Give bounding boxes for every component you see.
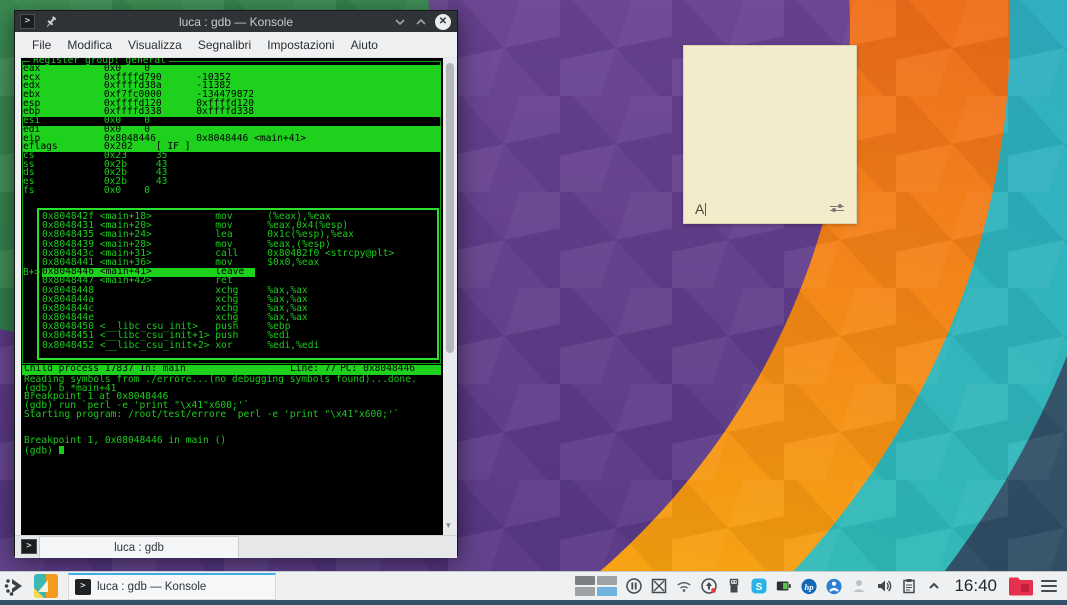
user-online-icon[interactable] [825, 577, 843, 595]
expand-tray-icon[interactable] [925, 577, 943, 595]
hp-device-icon[interactable]: hp [800, 577, 818, 595]
usb-device-icon[interactable] [725, 577, 743, 595]
clipboard-icon[interactable] [900, 577, 918, 595]
scrollbar-handle[interactable] [446, 63, 454, 353]
desktop-1[interactable] [575, 576, 595, 585]
disassembly-list: 0x804842f <main+18> mov (%eax),%eax0x804… [42, 213, 436, 351]
konsole-app-icon: > [20, 14, 35, 29]
menu-item-aiuto[interactable]: Aiuto [344, 35, 385, 55]
maximize-button[interactable] [414, 15, 428, 29]
svg-text:hp: hp [805, 581, 814, 591]
software-update-icon[interactable] [700, 577, 718, 595]
text-caret [705, 203, 706, 216]
note-settings-icon[interactable] [830, 203, 844, 213]
taskbar-panel: > luca : gdb — Konsole [0, 571, 1067, 600]
menu-bar: FileModificaVisualizzaSegnalibriImpostaz… [15, 32, 457, 58]
menu-item-impostazioni[interactable]: Impostazioni [260, 35, 341, 55]
terminal-area: Register group: general eax 0x0 0ecx 0xf… [15, 58, 457, 535]
application-launcher-icon[interactable] [2, 573, 30, 599]
close-button[interactable]: ✕ [435, 14, 451, 30]
media-pause-icon[interactable] [625, 577, 643, 595]
screenshot-icon[interactable] [650, 577, 668, 595]
status-pc: PC: 0x8048446 [340, 365, 415, 374]
disassembly-window-frame: 0x804842f <main+18> mov (%eax),%eax0x804… [37, 208, 439, 360]
tab-list-button[interactable]: > [21, 539, 37, 554]
menu-item-visualizza[interactable]: Visualizza [121, 35, 189, 55]
taskbar-task-konsole[interactable]: > luca : gdb — Konsole [68, 573, 276, 600]
skype-icon[interactable]: S [750, 577, 768, 595]
register-list: eax 0x0 0ecx 0xffffd790 -10352edx 0xffff… [23, 65, 441, 195]
desktop-3[interactable] [575, 587, 595, 596]
system-tray: S hp 16:40 [575, 576, 1067, 597]
status-line-number: Line: 77 [290, 365, 336, 374]
wifi-icon[interactable] [675, 577, 693, 595]
status-process: Child process 17837 In: main [24, 365, 186, 374]
digital-clock[interactable]: 16:40 [954, 576, 997, 596]
register-row-fs: fs 0x0 0 [23, 187, 441, 196]
desktop-4-active[interactable] [597, 587, 617, 596]
note-text[interactable]: A [695, 201, 706, 217]
terminal-scrollbar[interactable]: ▾ [443, 58, 457, 535]
svg-text:S: S [756, 582, 763, 593]
volume-icon[interactable] [875, 577, 893, 595]
minimize-button[interactable] [393, 15, 407, 29]
console-line: Breakpoint 1, 0x08048446 in main () [24, 437, 441, 446]
konsole-task-icon: > [75, 579, 91, 595]
menu-item-modifica[interactable]: Modifica [60, 35, 119, 55]
tab-bar: > luca : gdb [15, 535, 457, 558]
panel-menu-icon[interactable] [1041, 580, 1057, 592]
gdb-prompt[interactable]: (gdb) [24, 446, 441, 455]
konsole-window: > luca : gdb — Konsole ✕ FileModificaVis… [14, 10, 458, 556]
window-titlebar[interactable]: > luca : gdb — Konsole ✕ [15, 11, 457, 32]
disasm-line: 0x8048452 <__libc_csu_init+2> xor %edi,%… [42, 342, 436, 351]
terminal-screen[interactable]: Register group: general eax 0x0 0ecx 0xf… [21, 58, 443, 535]
sticky-note-widget[interactable]: A [683, 45, 857, 224]
terminal-cursor [59, 446, 65, 455]
task-label: luca : gdb — Konsole [97, 581, 206, 593]
user-offline-icon[interactable] [850, 577, 868, 595]
desktop-2[interactable] [597, 576, 617, 585]
gdb-console-output: Reading symbols from ./errore...(no debu… [24, 376, 441, 454]
scrollbar-down-arrow[interactable]: ▾ [446, 521, 454, 529]
console-line: Starting program: /root/test/errore `per… [24, 411, 441, 420]
window-title: luca : gdb — Konsole [15, 15, 457, 29]
menu-item-file[interactable]: File [25, 35, 58, 55]
desktop-activities-icon[interactable] [34, 574, 58, 598]
menu-item-segnalibri[interactable]: Segnalibri [191, 35, 258, 55]
console-line [24, 419, 441, 428]
red-folder-icon[interactable] [1008, 576, 1034, 597]
battery-icon[interactable] [775, 577, 793, 595]
virtual-desktop-pager[interactable] [575, 576, 618, 596]
pin-icon[interactable] [44, 15, 58, 29]
breakpoint-marker: B+> [23, 269, 40, 278]
tab-luca-gdb[interactable]: luca : gdb [39, 536, 239, 558]
